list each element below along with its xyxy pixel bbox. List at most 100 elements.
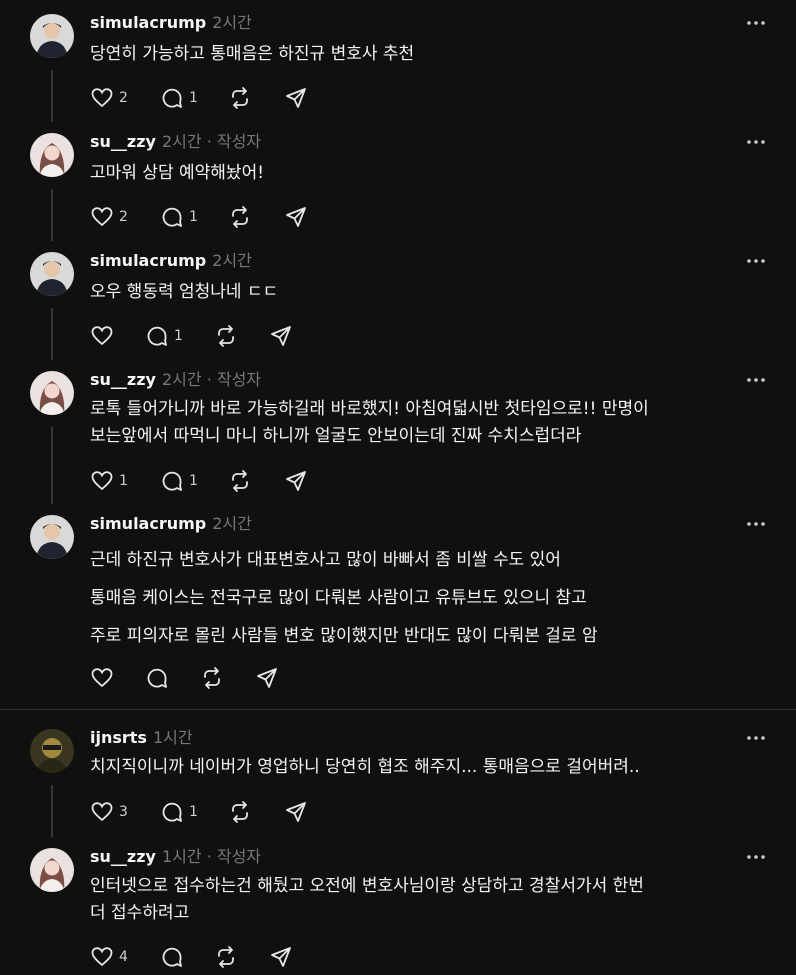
more-icon[interactable] — [746, 515, 766, 533]
repost-button[interactable] — [228, 468, 252, 494]
post-text: 인터넷으로 접수하는건 해뒀고 오전에 변호사님이랑 상담하고 경찰서가서 한번… — [90, 876, 644, 923]
post-text: 근데 하진규 변호사가 대표변호사고 많이 바빠서 좀 비쌀 수도 있어 통매음… — [90, 550, 598, 646]
comment-icon — [145, 324, 169, 348]
timestamp[interactable]: 1시간 — [162, 847, 202, 866]
thread-post: simulacrump 2시간 근데 하진규 변호사가 대표변호사고 많이 바빠서… — [0, 513, 796, 703]
post-text: 로톡 들어가니까 바로 가능하길래 바로했지! 아침여덟시반 첫타임으로!! 만… — [90, 399, 649, 446]
username[interactable]: su__zzy — [90, 370, 156, 389]
timestamp[interactable]: 2시간 — [162, 370, 202, 389]
share-button[interactable] — [269, 323, 293, 349]
like-count: 3 — [119, 804, 128, 820]
timestamp[interactable]: 2시간 — [212, 514, 252, 533]
like-button[interactable]: 3 — [90, 799, 128, 825]
share-button[interactable] — [284, 85, 308, 111]
reply-count: 1 — [189, 90, 198, 106]
heart-icon — [90, 945, 114, 969]
share-button[interactable] — [284, 799, 308, 825]
repost-button[interactable] — [228, 799, 252, 825]
repost-button[interactable] — [214, 944, 238, 970]
send-icon — [284, 205, 308, 229]
reply-button[interactable] — [145, 665, 169, 691]
username[interactable]: simulacrump — [90, 514, 206, 533]
post-text: 치지직이니까 네이버가 영업하니 당연히 협조 해주지... 통매음으로 걸어버… — [90, 757, 640, 777]
like-button[interactable]: 2 — [90, 204, 128, 230]
share-button[interactable] — [284, 468, 308, 494]
reply-button[interactable]: 1 — [160, 204, 198, 230]
send-icon — [269, 324, 293, 348]
like-button[interactable] — [90, 323, 114, 349]
repost-icon — [228, 86, 252, 110]
heart-icon — [90, 205, 114, 229]
comment-icon — [160, 205, 184, 229]
share-button[interactable] — [284, 204, 308, 230]
thread-post: simulacrump 2시간 오우 행동력 엄청나네 ㄷㄷ 1 — [0, 250, 796, 360]
like-button[interactable] — [90, 665, 114, 691]
reply-button[interactable]: 1 — [160, 799, 198, 825]
comment-icon — [160, 800, 184, 824]
avatar[interactable] — [30, 729, 74, 773]
username[interactable]: simulacrump — [90, 13, 206, 32]
repost-button[interactable] — [214, 323, 238, 349]
like-button[interactable]: 4 — [90, 944, 128, 970]
repost-icon — [228, 800, 252, 824]
like-count: 2 — [119, 209, 128, 225]
reply-button[interactable]: 1 — [160, 468, 198, 494]
avatar[interactable] — [30, 14, 74, 58]
avatar[interactable] — [30, 371, 74, 415]
send-icon — [284, 86, 308, 110]
reply-button[interactable]: 1 — [145, 323, 183, 349]
heart-icon — [90, 469, 114, 493]
author-label: · 작성자 — [206, 847, 262, 866]
username[interactable]: su__zzy — [90, 847, 156, 866]
username[interactable]: ijnsrts — [90, 728, 147, 747]
repost-icon — [214, 324, 238, 348]
more-icon[interactable] — [746, 848, 766, 866]
thread-post: simulacrump 2시간 당연히 가능하고 통매음은 하진규 변호사 추천 … — [0, 12, 796, 122]
more-icon[interactable] — [746, 14, 766, 32]
send-icon — [284, 800, 308, 824]
reply-button[interactable] — [160, 944, 184, 970]
thread-line — [51, 308, 53, 360]
timestamp[interactable]: 2시간 — [212, 251, 252, 270]
reply-button[interactable]: 1 — [160, 85, 198, 111]
post-text: 오우 행동력 엄청나네 ㄷㄷ — [90, 282, 279, 302]
more-icon[interactable] — [746, 371, 766, 389]
repost-icon — [228, 205, 252, 229]
username[interactable]: su__zzy — [90, 132, 156, 151]
avatar[interactable] — [30, 515, 74, 559]
avatar[interactable] — [30, 848, 74, 892]
author-label: · 작성자 — [206, 370, 262, 389]
reply-count: 1 — [189, 804, 198, 820]
timestamp[interactable]: 2시간 — [162, 132, 202, 151]
repost-button[interactable] — [228, 204, 252, 230]
share-button[interactable] — [269, 944, 293, 970]
thread-line — [51, 785, 53, 837]
reply-count: 1 — [189, 209, 198, 225]
reply-count: 1 — [174, 328, 183, 344]
heart-icon — [90, 324, 114, 348]
heart-icon — [90, 86, 114, 110]
heart-icon — [90, 666, 114, 690]
avatar[interactable] — [30, 252, 74, 296]
share-button[interactable] — [255, 665, 279, 691]
like-button[interactable]: 1 — [90, 468, 128, 494]
repost-button[interactable] — [228, 85, 252, 111]
author-label: · 작성자 — [206, 132, 262, 151]
timestamp[interactable]: 2시간 — [212, 13, 252, 32]
more-icon[interactable] — [746, 252, 766, 270]
more-icon[interactable] — [746, 133, 766, 151]
username[interactable]: simulacrump — [90, 251, 206, 270]
thread-line — [51, 427, 53, 504]
repost-button[interactable] — [200, 665, 224, 691]
reply-count: 1 — [189, 473, 198, 489]
repost-icon — [214, 945, 238, 969]
like-count: 2 — [119, 90, 128, 106]
more-icon[interactable] — [746, 729, 766, 747]
timestamp[interactable]: 1시간 — [153, 728, 193, 747]
like-count: 4 — [119, 949, 128, 965]
post-text: 고마워 상담 예약해놨어! — [90, 163, 265, 183]
thread-divider — [0, 709, 796, 710]
heart-icon — [90, 800, 114, 824]
like-button[interactable]: 2 — [90, 85, 128, 111]
avatar[interactable] — [30, 133, 74, 177]
